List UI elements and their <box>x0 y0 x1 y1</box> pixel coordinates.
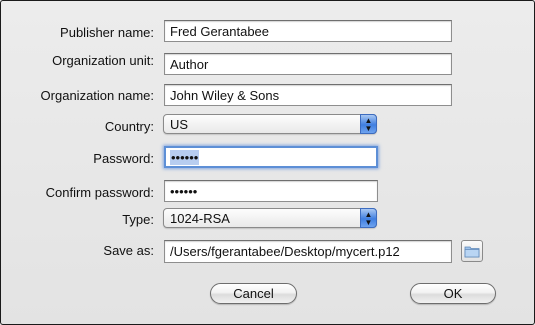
type-select[interactable]: 1024-RSA ▲ ▼ <box>163 208 377 228</box>
country-select-value: US <box>170 117 189 132</box>
password-label: Password: <box>93 151 154 166</box>
organization-unit-field[interactable]: Author <box>164 53 452 75</box>
folder-icon <box>464 246 480 258</box>
save-as-path-field[interactable]: /Users/fgerantabee/Desktop/mycert.p12 <box>164 240 452 263</box>
publisher-name-field[interactable]: Fred Gerantabee <box>164 20 452 42</box>
type-select-value: 1024-RSA <box>170 211 230 226</box>
cancel-button[interactable]: Cancel <box>210 283 297 304</box>
password-value: •••••• <box>170 150 200 165</box>
popup-arrows-icon: ▲ ▼ <box>360 114 377 134</box>
type-label: Type: <box>122 212 154 227</box>
organization-name-field[interactable]: John Wiley & Sons <box>164 84 452 106</box>
confirm-password-label: Confirm password: <box>45 185 154 200</box>
confirm-password-field[interactable]: •••••• <box>164 180 378 202</box>
publisher-name-label: Publisher name: <box>60 25 154 40</box>
browse-folder-button[interactable] <box>461 240 483 262</box>
popup-arrows-icon: ▲ ▼ <box>360 208 377 228</box>
save-as-label: Save as: <box>103 243 154 258</box>
password-field[interactable]: •••••• <box>164 146 378 168</box>
country-select[interactable]: US ▲ ▼ <box>163 114 377 134</box>
country-label: Country: <box>104 119 154 134</box>
ok-button[interactable]: OK <box>410 283 496 304</box>
organization-name-label: Organization name: <box>40 88 154 103</box>
organization-unit-label: Organization unit: <box>52 53 154 68</box>
